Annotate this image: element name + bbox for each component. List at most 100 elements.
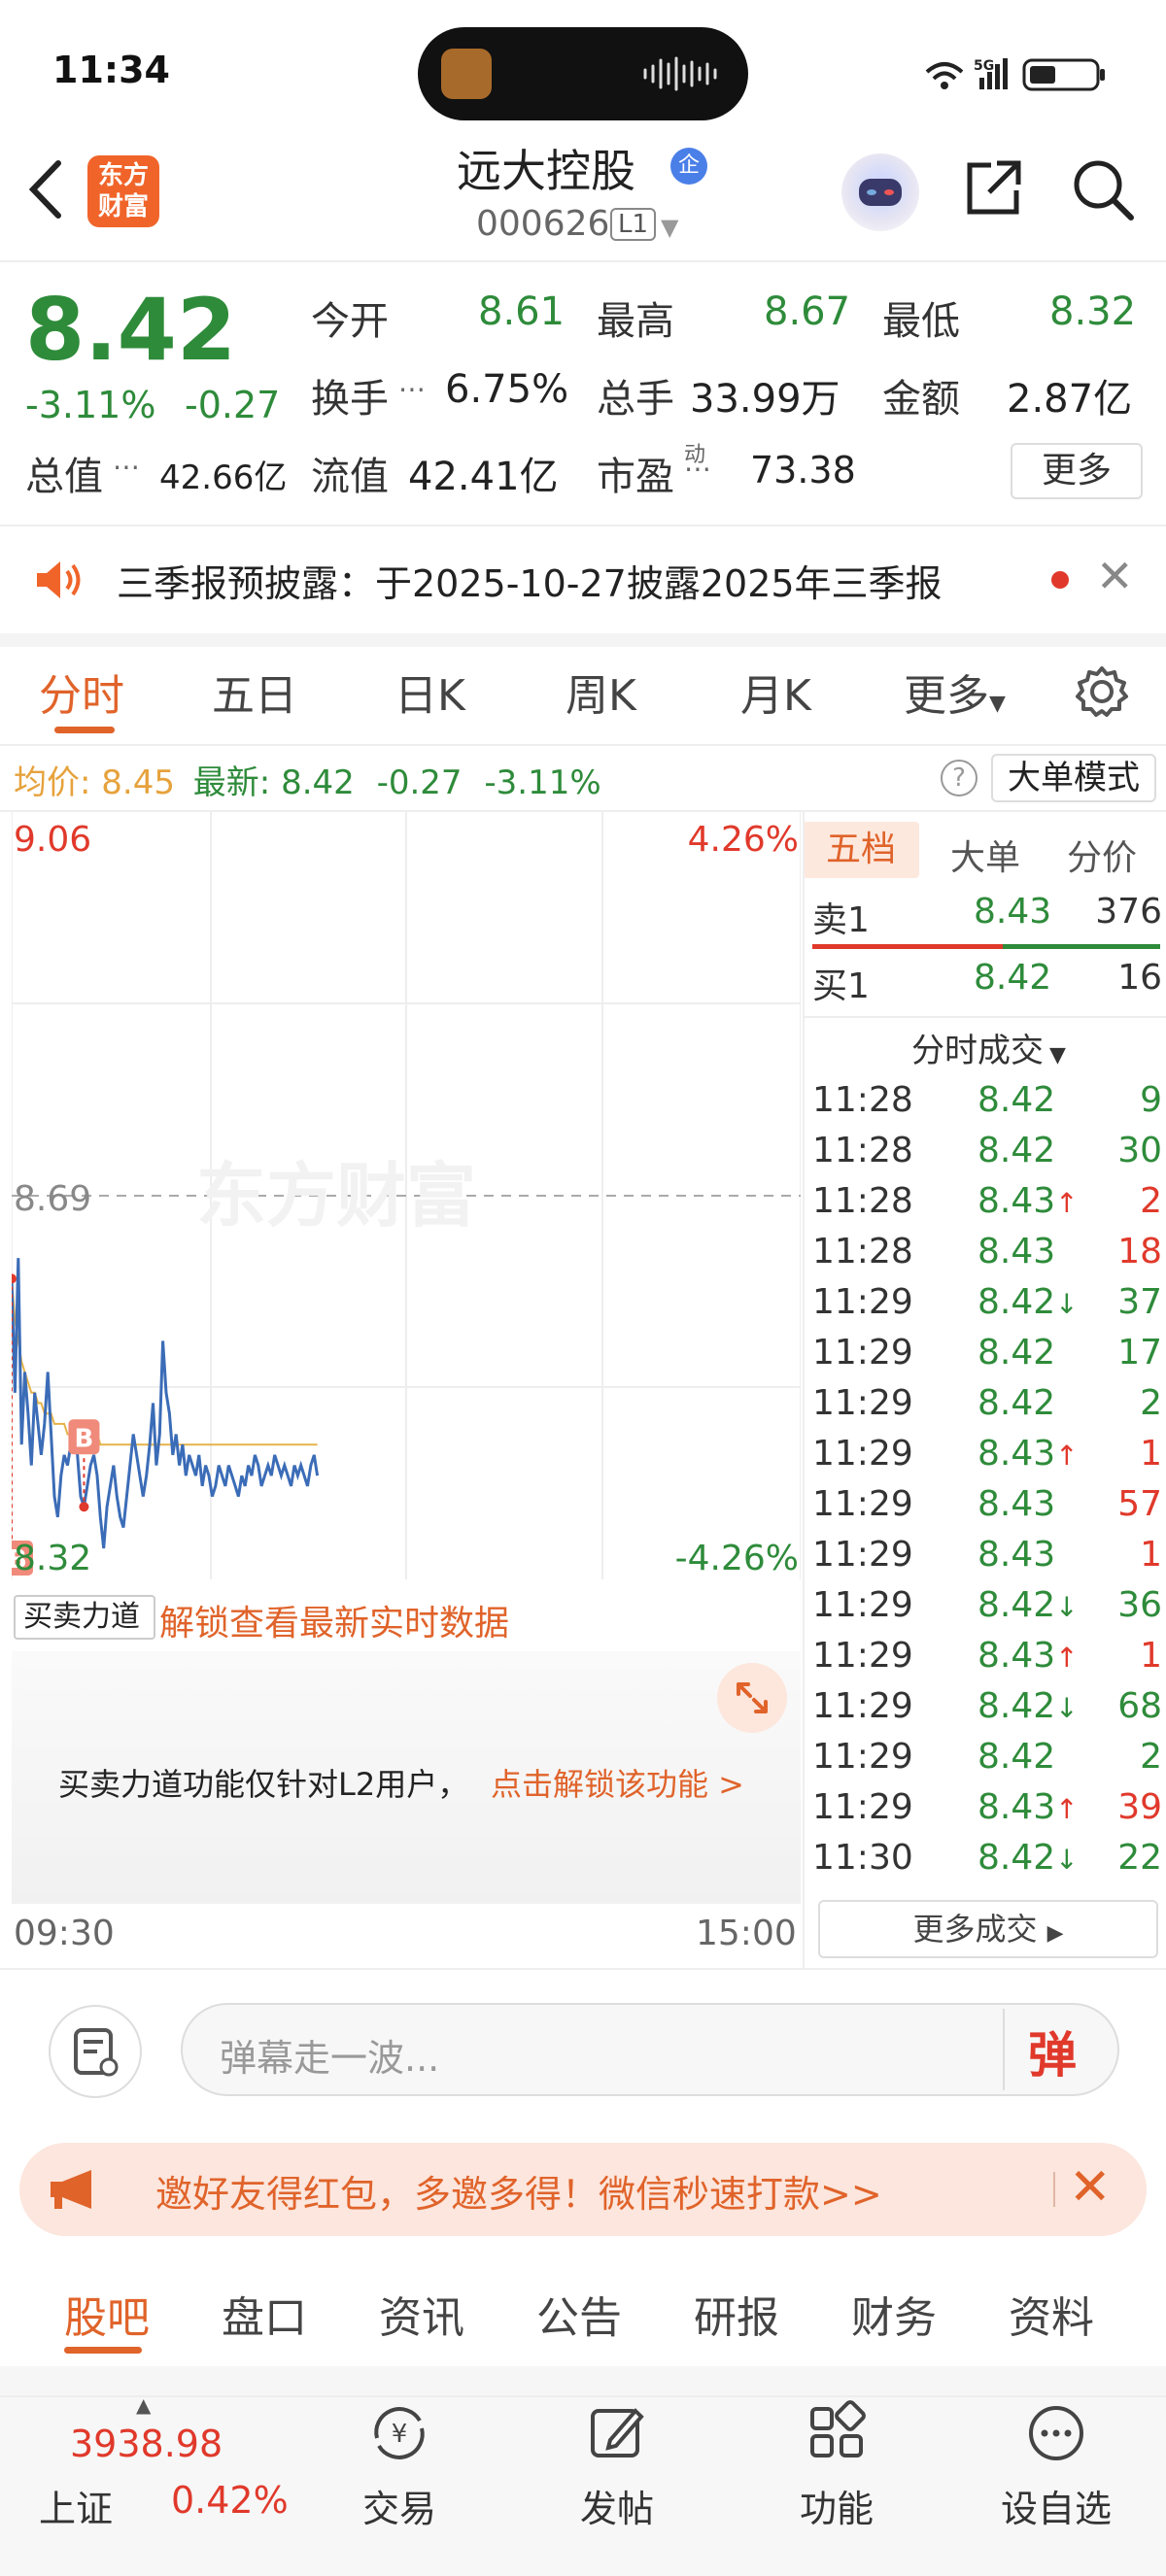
share-icon[interactable] (962, 155, 1026, 220)
trade-row: 11:28 8.42 30 (812, 1131, 1162, 1181)
y-top-pct: 4.26% (688, 820, 799, 860)
trade-time: 11:28 (812, 1232, 913, 1271)
tab-orderbook[interactable]: 盘口 (222, 2283, 307, 2345)
active-tab-indicator (54, 727, 115, 733)
expand-button[interactable] (717, 1663, 787, 1733)
danmu-toggle-button[interactable]: 弹 (1028, 2017, 1077, 2086)
back-button[interactable] (23, 155, 72, 223)
divider (803, 1016, 1166, 1018)
float-label: 流值 (311, 455, 389, 499)
index-name[interactable]: 上证 (39, 2479, 113, 2532)
high-value: 8.67 (764, 289, 851, 334)
trade-time: 11:29 (812, 1686, 913, 1726)
pct-change: -3.11% (25, 384, 156, 426)
trade-price: 8.43 (977, 1535, 1056, 1575)
amount-value: 2.87亿 (1007, 377, 1133, 422)
comment-list-button[interactable] (49, 2005, 142, 2098)
logo-line2: 财富 (97, 192, 149, 221)
big-order-mode-button[interactable]: 大单模式 (991, 754, 1156, 802)
info-dots-icon[interactable]: ⋯ (398, 373, 426, 405)
tab-announcements[interactable]: 公告 (536, 2283, 622, 2345)
robot-icon (859, 179, 902, 206)
system-icons: 5G (925, 58, 1105, 91)
info-dots-icon[interactable]: ⋯ (684, 453, 711, 485)
buy1-price: 8.42 (974, 958, 1052, 998)
divider (1003, 2009, 1005, 2090)
tab-news[interactable]: 资讯 (379, 2283, 464, 2345)
trades-header[interactable]: 分时成交 ▼ (911, 1024, 1066, 1071)
trade-time: 11:29 (812, 1333, 913, 1373)
level-badge[interactable]: L1 (610, 208, 657, 241)
trade-price: 8.43↑ (977, 1636, 1079, 1676)
grid-icon (810, 2400, 866, 2457)
tab-research[interactable]: 研报 (694, 2283, 779, 2345)
volume-label: 总手 (597, 377, 674, 422)
nav-functions-label: 功能 (799, 2488, 874, 2530)
dynamic-island[interactable] (418, 27, 748, 120)
trade-time: 11:29 (812, 1282, 913, 1322)
trade-price: 8.42 (977, 1131, 1056, 1170)
arrow-up-icon: ↑ (1055, 1642, 1079, 1674)
notice-text[interactable]: 三季报预披露：于2025-10-27披露2025年三季报 (117, 554, 943, 607)
tab-monthly-k[interactable]: 月K (740, 661, 811, 723)
clock: 11:34 (52, 49, 170, 91)
tab-price-dist[interactable]: 分价 (1067, 830, 1137, 880)
tab-profile[interactable]: 资料 (1009, 2283, 1094, 2345)
marker-dot (79, 1502, 89, 1512)
nav-add-watchlist[interactable]: 设自选 (983, 2399, 1129, 2532)
more-trades-button[interactable]: 更多成交 ▶ (818, 1900, 1158, 1958)
gear-icon[interactable] (1075, 664, 1129, 719)
trade-time: 11:29 (812, 1636, 913, 1676)
divider (0, 260, 1166, 262)
audio-wave-icon (643, 56, 717, 91)
trade-time: 11:29 (812, 1787, 913, 1827)
close-icon[interactable]: ✕ (1096, 550, 1134, 602)
open-label: 今开 (311, 299, 389, 344)
intraday-chart[interactable]: 东方财富 BB 9.06 4.26% 8.69 8.32 -4.26% (2, 812, 802, 1599)
nav-functions[interactable]: 功能 (764, 2399, 909, 2532)
volume-value: 33.99万 (690, 377, 840, 422)
close-icon[interactable]: ✕ (1069, 2158, 1112, 2217)
caret-down-icon[interactable]: ▼ (661, 214, 678, 241)
low-label: 最低 (882, 299, 960, 344)
ai-assistant-button[interactable] (841, 153, 919, 231)
trade-row: 11:28 8.43 18 (812, 1232, 1162, 1282)
search-icon[interactable] (1069, 155, 1137, 223)
nav-trade[interactable]: ¥ 交易 (326, 2399, 472, 2532)
nav-trade-label: 交易 (361, 2488, 436, 2530)
arrow-down-icon: ↓ (1055, 1288, 1079, 1320)
tab-big-orders[interactable]: 大单 (950, 830, 1020, 880)
tab-more-label: 更多 (904, 671, 989, 721)
caret-right-icon: ▶ (1046, 1921, 1064, 1946)
info-dots-icon[interactable]: ⋯ (113, 451, 140, 483)
tab-five-levels[interactable]: 五档 (803, 822, 919, 878)
trade-time: 11:29 (812, 1585, 913, 1625)
tab-forum[interactable]: 股吧 (64, 2283, 150, 2345)
tab-finance[interactable]: 财务 (851, 2283, 937, 2345)
chart-canvas: 东方财富 BB 9.06 4.26% 8.69 8.32 -4.26% (2, 812, 802, 1579)
unlock-feature-link[interactable]: 点击解锁该功能 > (491, 1760, 744, 1805)
tab-more[interactable]: 更多▼ (904, 661, 1006, 723)
indicator-select[interactable]: 买卖力道▼ (14, 1595, 155, 1672)
unlock-link[interactable]: 解锁查看最新实时数据 (159, 1595, 509, 1645)
tab-intraday[interactable]: 分时 (39, 661, 124, 723)
tab-weekly-k[interactable]: 周K (566, 661, 636, 723)
index-value[interactable]: 3938.98 (70, 2423, 223, 2465)
more-button[interactable]: 更多 (1011, 443, 1143, 499)
trade-row: 11:29 8.42↓ 37 (812, 1282, 1162, 1333)
tab-5day[interactable]: 五日 (212, 661, 297, 723)
invite-text[interactable]: 邀好友得红包，多邀多得！微信秒速打款>> (155, 2164, 882, 2218)
buy-marker-label: B (75, 1424, 94, 1453)
active-tab-indicator (64, 2347, 142, 2354)
app-logo[interactable]: 东方 财富 (87, 155, 159, 227)
trade-row: 11:29 8.42↓ 68 (812, 1686, 1162, 1737)
section-gap (0, 633, 1166, 647)
tab-daily-k[interactable]: 日K (394, 661, 465, 723)
help-icon[interactable]: ? (941, 760, 977, 797)
index-pct[interactable]: 0.42% (171, 2479, 289, 2522)
trade-time: 11:30 (812, 1838, 913, 1878)
trades-header-label: 分时成交 (911, 1032, 1044, 1070)
nav-post[interactable]: 发帖 (544, 2399, 690, 2532)
caret-up-icon[interactable]: ▲ (136, 2393, 151, 2417)
trade-price: 8.43↑ (977, 1181, 1079, 1221)
